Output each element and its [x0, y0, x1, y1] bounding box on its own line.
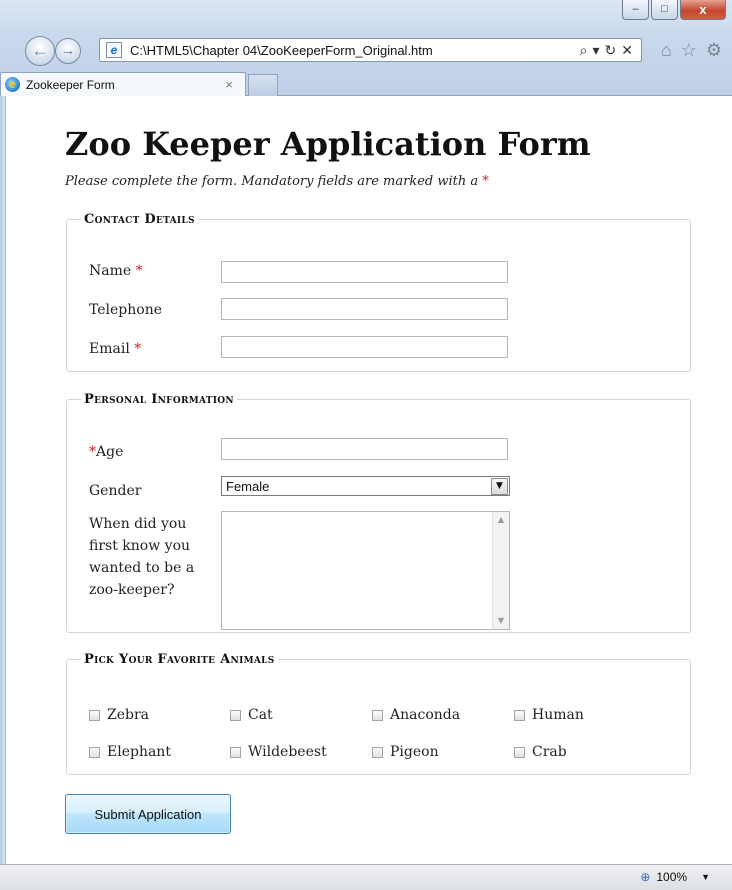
favorites-icon[interactable]: ☆: [681, 40, 697, 61]
zoo-keeper-question-label: When did you first know you wanted to be…: [89, 516, 195, 598]
human-checkbox[interactable]: [514, 709, 525, 721]
telephone-label: Telephone: [89, 302, 163, 318]
zoom-icon: ⊕: [640, 870, 651, 884]
animal-option-anaconda[interactable]: Anaconda: [372, 707, 460, 723]
animal-option-elephant[interactable]: Elephant: [89, 744, 171, 760]
animal-option-wildebeest[interactable]: Wildebeest: [230, 744, 327, 760]
back-button[interactable]: ←: [25, 36, 55, 66]
personal-information-fieldset: Personal Information *Age Gender Female …: [66, 392, 691, 633]
favorite-animals-fieldset: Pick Your Favorite Animals Zebra Cat Ana…: [66, 652, 691, 775]
email-label: Email *: [89, 341, 142, 357]
maximize-button[interactable]: □: [651, 0, 678, 20]
search-icon[interactable]: ⌕: [580, 42, 588, 59]
name-input[interactable]: [221, 261, 508, 283]
address-url[interactable]: C:\HTML5\Chapter 04\ZooKeeperForm_Origin…: [130, 43, 580, 58]
pigeon-checkbox[interactable]: [372, 746, 383, 758]
telephone-input[interactable]: [221, 298, 508, 320]
zoom-level: 100%: [656, 870, 688, 884]
page-icon: e: [106, 42, 122, 58]
browser-chrome: – □ x ← → e C:\HTML5\Chapter 04\ZooKeepe…: [0, 0, 732, 96]
cat-checkbox[interactable]: [230, 709, 241, 721]
stop-icon[interactable]: ✕: [621, 42, 633, 59]
scroll-up-icon[interactable]: ▲: [493, 512, 509, 528]
page-title: Zoo Keeper Application Form: [65, 125, 591, 163]
animal-option-crab[interactable]: Crab: [514, 744, 567, 760]
crab-checkbox[interactable]: [514, 746, 525, 758]
ie-icon: e: [5, 77, 20, 92]
status-bar: ⊕ 100% ▼: [0, 864, 732, 890]
elephant-checkbox[interactable]: [89, 746, 100, 758]
tab-close-icon[interactable]: ×: [225, 77, 233, 92]
tab-title: Zookeeper Form: [26, 77, 115, 92]
gender-select[interactable]: Female ▼: [221, 476, 510, 496]
email-input[interactable]: [221, 336, 508, 358]
animal-option-human[interactable]: Human: [514, 707, 584, 723]
scroll-down-icon[interactable]: ▼: [493, 613, 509, 629]
contact-details-legend: Contact Details: [84, 212, 195, 227]
forward-button[interactable]: →: [55, 38, 81, 64]
tab-zookeeper-form[interactable]: e Zookeeper Form ×: [0, 72, 246, 96]
zoom-menu-icon[interactable]: ▼: [701, 872, 710, 882]
submit-application-button[interactable]: Submit Application: [65, 794, 231, 834]
zoo-keeper-question-textarea[interactable]: ▲ ▼: [221, 511, 510, 630]
settings-gear-icon[interactable]: ⚙: [706, 40, 722, 61]
page-content: Zoo Keeper Application Form Please compl…: [7, 97, 732, 863]
chevron-down-icon[interactable]: ▼: [491, 477, 508, 495]
age-input[interactable]: [221, 438, 508, 460]
dropdown-icon[interactable]: ▾: [593, 42, 600, 59]
textarea-scrollbar[interactable]: ▲ ▼: [492, 512, 509, 629]
intro-text: Please complete the form. Mandatory fiel…: [65, 174, 489, 189]
toolbar-icons: ⌂ ☆ ⚙: [661, 40, 722, 61]
home-icon[interactable]: ⌂: [661, 40, 672, 61]
required-marker: *: [482, 174, 489, 189]
gender-label: Gender: [89, 483, 142, 499]
wildebeest-checkbox[interactable]: [230, 746, 241, 758]
anaconda-checkbox[interactable]: [372, 709, 383, 721]
gender-select-value: Female: [226, 478, 270, 494]
animal-option-pigeon[interactable]: Pigeon: [372, 744, 439, 760]
minimize-button[interactable]: –: [622, 0, 649, 20]
window-left-edge: [0, 96, 6, 864]
window-controls: – □ x: [622, 0, 726, 20]
address-tools: ⌕ ▾ ↻ ✕: [580, 42, 633, 59]
contact-details-fieldset: Contact Details Name * Telephone Email *: [66, 212, 691, 372]
age-label: *Age: [89, 444, 124, 460]
zebra-checkbox[interactable]: [89, 709, 100, 721]
refresh-icon[interactable]: ↻: [605, 42, 617, 59]
favorite-animals-legend: Pick Your Favorite Animals: [84, 652, 275, 667]
animal-option-zebra[interactable]: Zebra: [89, 707, 149, 723]
name-label: Name *: [89, 263, 143, 279]
zoom-control[interactable]: ⊕ 100% ▼: [640, 870, 710, 884]
personal-information-legend: Personal Information: [84, 392, 234, 407]
animal-option-cat[interactable]: Cat: [230, 707, 273, 723]
new-tab-button[interactable]: [248, 74, 278, 96]
close-window-button[interactable]: x: [680, 0, 726, 20]
address-bar[interactable]: e C:\HTML5\Chapter 04\ZooKeeperForm_Orig…: [99, 38, 642, 62]
